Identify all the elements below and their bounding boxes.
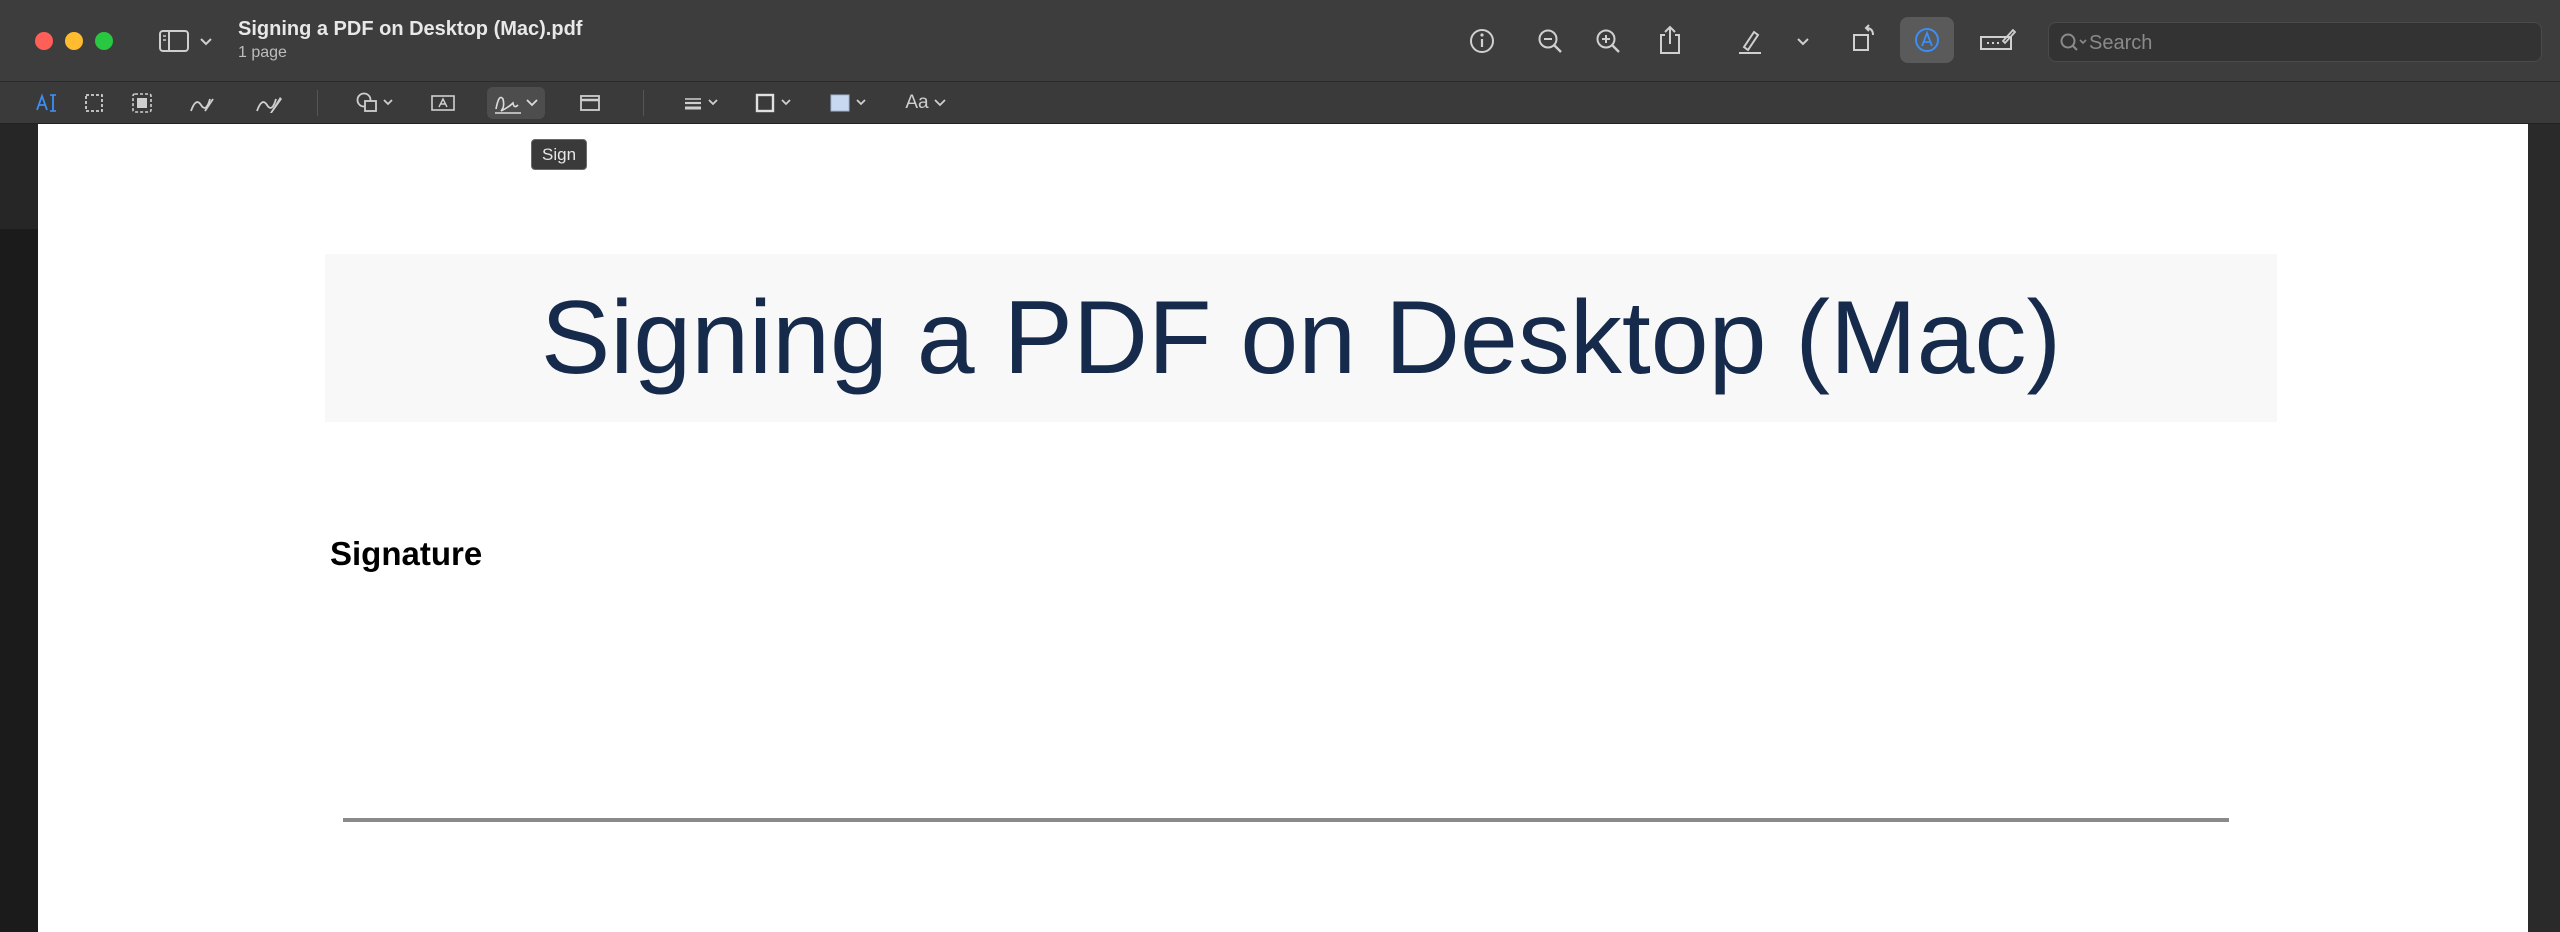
text-box-icon — [431, 95, 455, 111]
line-style-icon — [685, 98, 718, 110]
zoom-in-button[interactable] — [1592, 25, 1624, 57]
page-count: 1 page — [238, 44, 287, 61]
search-input[interactable] — [2089, 31, 2529, 55]
form-filling-button[interactable] — [1978, 25, 2018, 57]
markup-icon — [1915, 28, 1939, 52]
text-style-button[interactable]: Aa — [902, 90, 950, 116]
markup-toggle-button[interactable] — [1900, 17, 1954, 63]
toolbar-divider — [317, 90, 318, 116]
share-button[interactable] — [1654, 23, 1686, 57]
toolbar-divider — [643, 90, 644, 116]
text-selection-button[interactable] — [34, 90, 60, 116]
rectangular-selection-icon — [85, 94, 103, 112]
border-color-icon — [755, 93, 791, 113]
chevron-down-icon — [933, 99, 946, 107]
right-gutter — [2528, 124, 2560, 932]
zoom-out-icon — [1538, 29, 1562, 53]
info-icon — [1470, 29, 1494, 53]
signature-icon — [495, 96, 538, 114]
rotate-button[interactable] — [1847, 22, 1881, 56]
preview-window: Signing a PDF on Desktop (Mac).pdf 1 pag… — [0, 0, 2560, 932]
view-menu-button[interactable] — [196, 32, 216, 52]
sketch-button[interactable] — [187, 90, 217, 116]
maximize-button[interactable] — [95, 32, 113, 50]
text-style-icon: Aa — [905, 92, 929, 113]
sign-tooltip: Sign — [531, 139, 588, 170]
rotate-icon — [1853, 24, 1874, 51]
chevron-down-icon — [1797, 38, 1809, 46]
signature-line[interactable] — [343, 818, 2229, 822]
draw-button[interactable] — [253, 90, 283, 116]
note-button[interactable] — [577, 91, 603, 115]
highlight-pen-icon — [1739, 30, 1761, 54]
search-icon — [2060, 33, 2087, 51]
chevron-down-icon — [200, 38, 212, 46]
info-button[interactable] — [1466, 25, 1498, 57]
share-icon — [1660, 25, 1680, 54]
fill-color-button[interactable] — [826, 90, 872, 116]
text-selection-icon — [36, 93, 56, 112]
close-button[interactable] — [35, 32, 53, 50]
draw-icon — [256, 97, 282, 113]
left-gutter-shadow — [0, 229, 38, 932]
sidebar-toggle-button[interactable] — [156, 26, 192, 56]
shapes-icon — [356, 92, 393, 112]
sign-button[interactable] — [487, 87, 545, 119]
page-title: Signing a PDF on Desktop (Mac) — [540, 280, 2062, 396]
sidebar-icon — [159, 30, 189, 52]
search-field[interactable] — [2048, 22, 2542, 62]
rectangular-selection-button[interactable] — [82, 91, 106, 115]
pdf-page: Signing a PDF on Desktop (Mac) Signature — [38, 124, 2528, 932]
border-color-button[interactable] — [752, 90, 798, 116]
sketch-icon — [190, 98, 214, 112]
smart-lasso-icon — [132, 93, 152, 113]
note-icon — [580, 95, 600, 111]
minimize-button[interactable] — [65, 32, 83, 50]
highlight-button[interactable] — [1733, 24, 1767, 58]
title-bar: Signing a PDF on Desktop (Mac).pdf 1 pag… — [0, 0, 2560, 82]
signature-label: Signature — [330, 535, 483, 572]
text-box-button[interactable] — [429, 91, 457, 115]
markup-toolbar: Aa — [0, 82, 2560, 124]
document-title: Signing a PDF on Desktop (Mac).pdf — [238, 18, 583, 40]
shapes-button[interactable] — [354, 90, 396, 116]
zoom-out-button[interactable] — [1534, 25, 1566, 57]
title-band: Signing a PDF on Desktop (Mac) — [325, 254, 2277, 422]
left-gutter — [0, 124, 38, 932]
fill-color-icon — [830, 94, 866, 112]
zoom-in-icon — [1596, 29, 1620, 53]
line-style-button[interactable] — [680, 90, 724, 116]
form-filling-icon — [1980, 28, 2017, 50]
highlight-menu-button[interactable] — [1792, 32, 1814, 52]
smart-lasso-button[interactable] — [130, 91, 154, 115]
